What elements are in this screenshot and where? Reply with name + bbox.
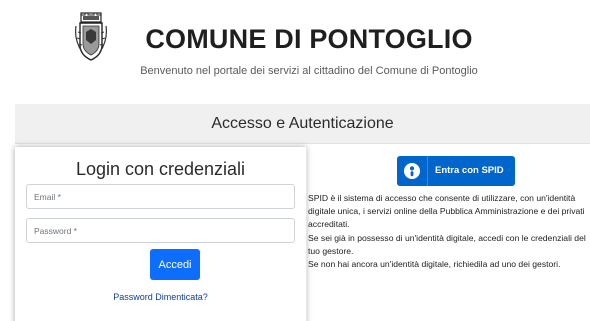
forgot-password-link[interactable]: Password Dimenticata? [15, 292, 306, 302]
spid-paragraph: SPID è il sistema di accesso che consent… [308, 193, 585, 230]
auth-section-header: Accesso e Autenticazione [15, 104, 590, 144]
spid-paragraph: Se non hai ancora un'identità digitale, … [308, 259, 561, 270]
login-title: Login con credenziali [75, 159, 246, 179]
site-title: COMUNE DI PONTOGLIO [145, 24, 473, 54]
spid-button-separator [427, 156, 428, 186]
email-field[interactable] [26, 184, 295, 209]
page-header: COMUNE DI PONTOGLIO Benvenuto nel portal… [0, 0, 590, 95]
spid-description: SPID è il sistema di accesso che consent… [308, 192, 590, 271]
site-subtitle: Benvenuto nel portale dei servizi al cit… [140, 65, 478, 77]
spid-login-button[interactable]: Entra con SPID [397, 156, 515, 186]
spid-paragraph: Se sei già in possesso di un'identità di… [308, 232, 586, 256]
spid-panel: Entra con SPID SPID è il sistema di acce… [306, 147, 590, 321]
login-button[interactable]: Accedi [150, 249, 200, 280]
password-field[interactable] [26, 218, 295, 243]
auth-section-title: Accesso e Autenticazione [211, 115, 394, 132]
spid-button-label: Entra con SPID [435, 165, 504, 176]
login-card: Login con credenziali Accedi Password Di… [15, 147, 306, 321]
spid-person-icon [404, 163, 420, 179]
